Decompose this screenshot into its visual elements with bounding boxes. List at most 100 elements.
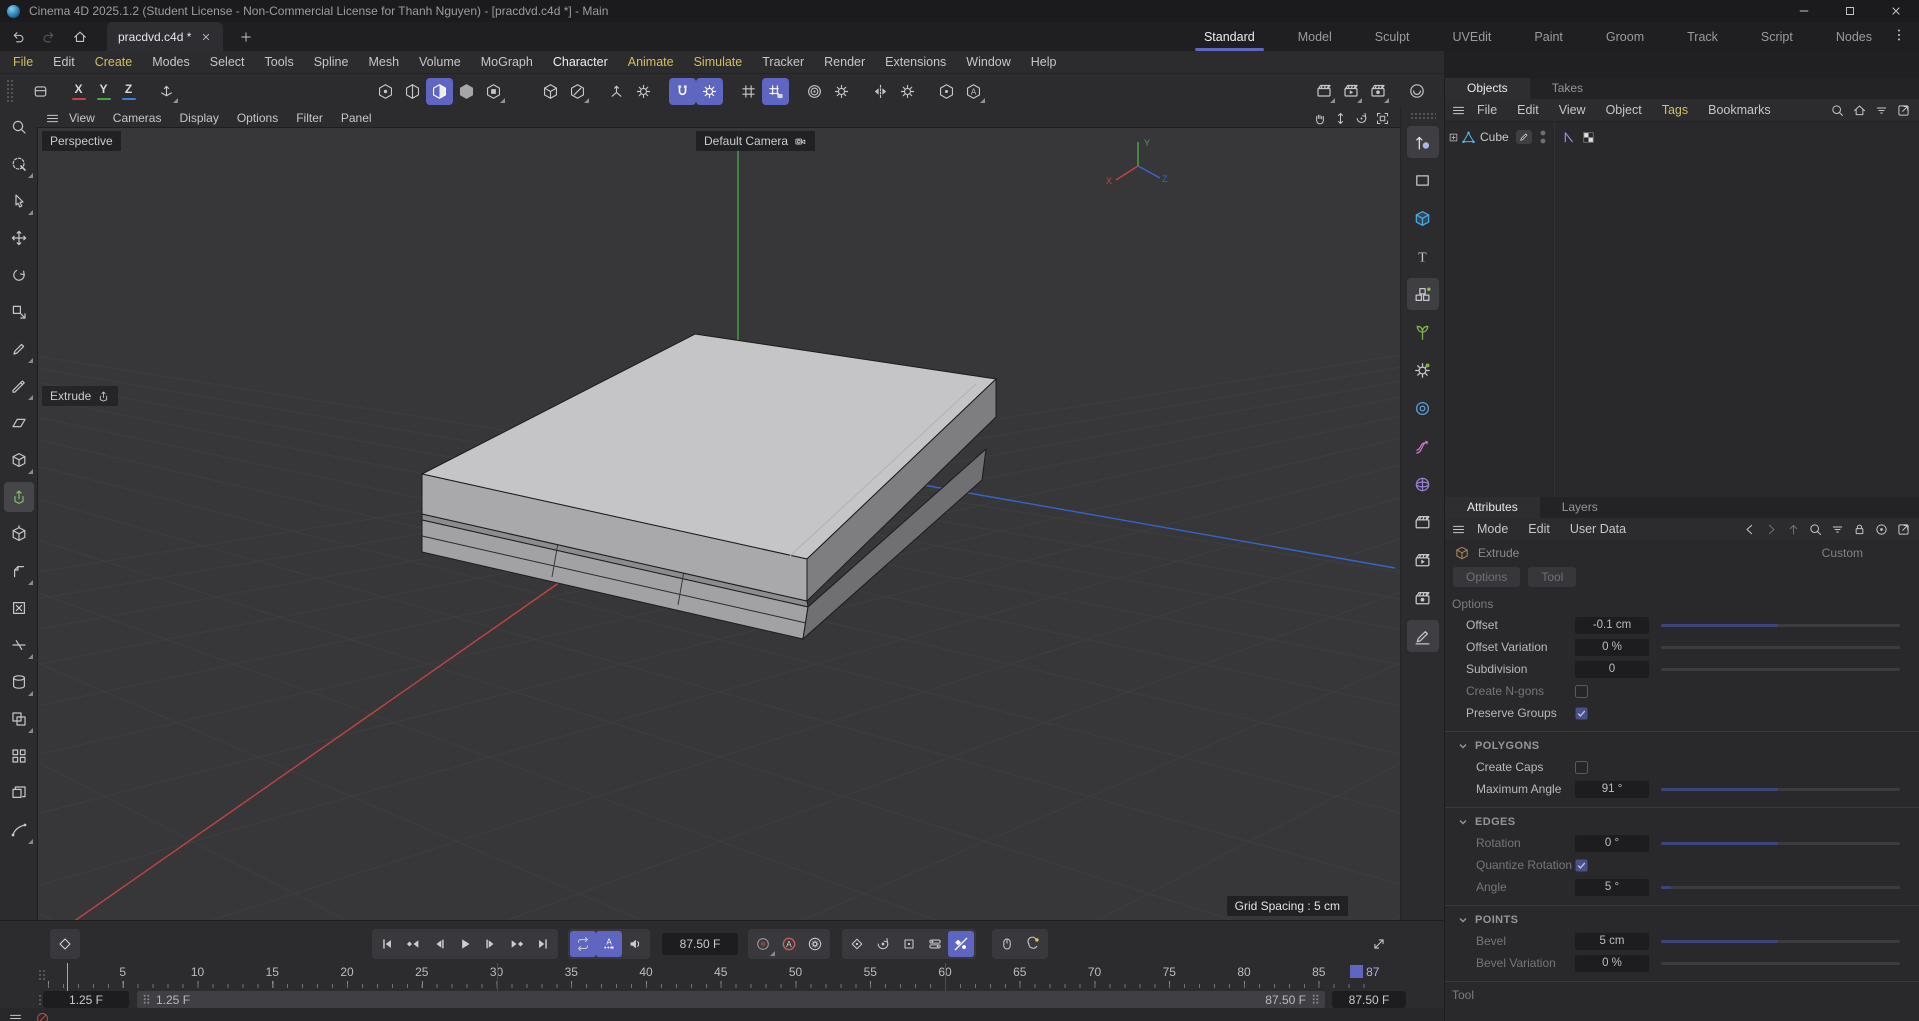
axis-lock-z-button[interactable]: Z xyxy=(116,78,141,105)
key-scale-button[interactable] xyxy=(896,931,922,957)
range-slider-right-grip[interactable] xyxy=(1312,994,1319,1005)
selection-hex-button[interactable] xyxy=(933,78,960,105)
toolbar-grip[interactable] xyxy=(6,79,15,103)
symmetry-button[interactable] xyxy=(867,78,894,105)
speaker-button[interactable] xyxy=(622,931,648,957)
axis-center-button[interactable] xyxy=(603,78,630,105)
close-hole-button[interactable] xyxy=(4,593,34,623)
phong-tag-icon[interactable] xyxy=(1561,130,1576,145)
next-frame-button[interactable] xyxy=(478,931,504,957)
ruler-grip[interactable] xyxy=(38,969,46,981)
popout-icon[interactable] xyxy=(1896,103,1911,118)
viewport-menu-display[interactable]: Display xyxy=(170,111,227,125)
mode-points-button[interactable] xyxy=(372,78,399,105)
go-start-button[interactable] xyxy=(374,931,400,957)
pan-hand-icon[interactable] xyxy=(1312,111,1327,126)
filter-icon[interactable] xyxy=(1874,103,1889,118)
layout-tab-nodes[interactable]: Nodes xyxy=(1833,22,1875,51)
forces-button[interactable] xyxy=(1407,430,1439,462)
record-button[interactable] xyxy=(750,931,776,957)
extrude-tool-button[interactable] xyxy=(4,482,34,512)
move-snap-button[interactable] xyxy=(1406,126,1439,158)
prev-frame-button[interactable] xyxy=(426,931,452,957)
value-field[interactable]: 91 ° xyxy=(1575,780,1649,798)
axis-lock-x-button[interactable]: X xyxy=(66,78,91,105)
extruded-cube-object[interactable] xyxy=(420,333,998,641)
pencil-toggle-icon[interactable] xyxy=(1516,130,1532,144)
next-key-button[interactable] xyxy=(504,931,530,957)
zoom-tool-button[interactable] xyxy=(4,112,34,142)
prev-key-button[interactable] xyxy=(400,931,426,957)
workplane-button[interactable] xyxy=(27,78,54,105)
section-header-edges[interactable]: EDGES xyxy=(1445,808,1919,832)
redo-button[interactable] xyxy=(36,24,62,50)
am-menu-mode[interactable]: Mode xyxy=(1468,522,1517,536)
layout-tab-model[interactable]: Model xyxy=(1295,22,1335,51)
grid-lock-button[interactable] xyxy=(762,77,789,105)
checkbox[interactable] xyxy=(1575,707,1588,720)
visibility-dots-toggle[interactable] xyxy=(1539,129,1547,145)
live-selection-button[interactable] xyxy=(4,149,34,179)
camera-circle-button[interactable] xyxy=(1403,78,1430,105)
falloff-button[interactable] xyxy=(801,78,828,105)
menu-file[interactable]: File xyxy=(3,55,43,69)
expand-timeline-button[interactable] xyxy=(1366,931,1392,957)
timeline-ruler[interactable]: 87 510152025303540455055606570758085 xyxy=(0,963,1444,991)
om-menu-tags[interactable]: Tags xyxy=(1653,103,1697,117)
menu-mograph[interactable]: MoGraph xyxy=(471,55,543,69)
om-menu-object[interactable]: Object xyxy=(1597,103,1651,117)
cloner-button[interactable] xyxy=(1406,278,1439,310)
gear-button[interactable] xyxy=(630,78,657,105)
close-icon[interactable] xyxy=(200,31,212,43)
menu-character[interactable]: Character xyxy=(543,55,618,69)
document-tab[interactable]: pracdvd.c4d * xyxy=(107,22,224,51)
menu-extensions[interactable]: Extensions xyxy=(875,55,956,69)
autokey-button[interactable]: A xyxy=(776,931,802,957)
smooth-shift-button[interactable] xyxy=(4,519,34,549)
up-icon[interactable] xyxy=(1786,522,1801,537)
fragment-mode-button[interactable] xyxy=(564,78,591,105)
layout-menu-icon[interactable] xyxy=(1891,27,1907,43)
array-tool-button[interactable] xyxy=(4,741,34,771)
bevel-tool-button[interactable] xyxy=(4,556,34,586)
slider[interactable] xyxy=(1661,885,1900,889)
gear-button[interactable] xyxy=(828,78,855,105)
range-slider-left-grip[interactable] xyxy=(143,994,150,1005)
viewport-menu-cameras[interactable]: Cameras xyxy=(104,111,171,125)
value-field[interactable]: 5 ° xyxy=(1575,878,1649,896)
am-menu-user-data[interactable]: User Data xyxy=(1561,522,1635,536)
home-button[interactable] xyxy=(67,24,93,50)
key-position-button[interactable] xyxy=(844,931,870,957)
plane-button[interactable] xyxy=(1407,164,1439,196)
menu-icon[interactable] xyxy=(8,1011,23,1021)
volume-button[interactable] xyxy=(1407,468,1439,500)
tab-takes[interactable]: Takes xyxy=(1530,78,1605,99)
value-field[interactable]: 0 % xyxy=(1575,954,1649,972)
undo-button[interactable] xyxy=(5,24,31,50)
render-play-button[interactable] xyxy=(1337,78,1364,105)
viewport-menu-filter[interactable]: Filter xyxy=(287,111,332,125)
autokey-range-button[interactable]: A xyxy=(596,931,622,957)
add-keyframe-button[interactable] xyxy=(52,931,78,957)
slider[interactable] xyxy=(1661,787,1900,791)
object-row-cube[interactable]: Cube xyxy=(1445,126,1919,148)
layout-tab-script[interactable]: Script xyxy=(1758,22,1796,51)
current-frame-field[interactable]: 87.50 F xyxy=(662,933,738,955)
menu-mesh[interactable]: Mesh xyxy=(358,55,409,69)
camera-small-icon[interactable] xyxy=(794,135,807,148)
menu-tools[interactable]: Tools xyxy=(255,55,304,69)
forward-icon[interactable] xyxy=(1764,522,1779,537)
lock-icon[interactable] xyxy=(1852,522,1867,537)
clapper-gear-button[interactable] xyxy=(1407,582,1439,614)
attribute-tab-button-options[interactable]: Options xyxy=(1453,567,1521,587)
menu-icon[interactable] xyxy=(1451,103,1466,118)
slider[interactable] xyxy=(1661,961,1900,965)
key-parameter-button[interactable] xyxy=(922,931,948,957)
checkbox[interactable] xyxy=(1575,760,1588,774)
edge-cut-button[interactable] xyxy=(4,630,34,660)
go-end-button[interactable] xyxy=(530,931,556,957)
range-start-field[interactable]: 1.25 F xyxy=(43,991,129,1008)
grid-button[interactable] xyxy=(735,78,762,105)
om-menu-bookmarks[interactable]: Bookmarks xyxy=(1699,103,1780,117)
menu-spline[interactable]: Spline xyxy=(304,55,359,69)
